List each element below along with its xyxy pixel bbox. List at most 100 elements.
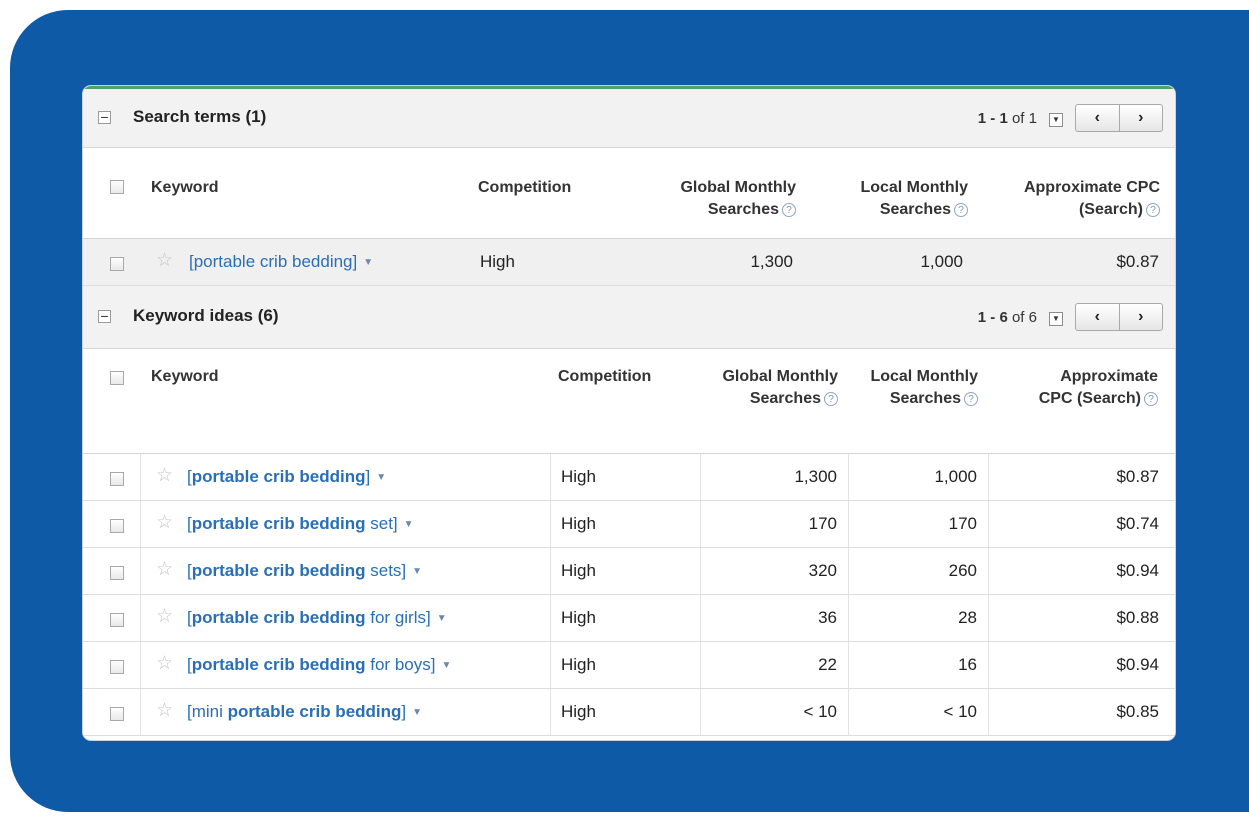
global-value: 1,300 (794, 467, 837, 486)
local-value: 1,000 (920, 252, 963, 271)
keyword-link[interactable]: [portable crib bedding sets] ▼ (187, 561, 422, 582)
column-divider (140, 454, 141, 500)
next-page-button[interactable]: › (1120, 304, 1163, 330)
select-all-checkbox[interactable] (110, 371, 124, 385)
table-row[interactable]: ☆ [portable crib bedding] ▼ High 1,300 1,… (83, 239, 1175, 286)
search-terms-header: − Search terms (1) 1 - 1 of 1 ▼ ‹ › (83, 89, 1175, 148)
table-row[interactable]: ☆ [mini portable crib bedding] ▼ High < 1… (83, 689, 1175, 736)
column-divider (848, 454, 849, 500)
pager-range: 1 - 6 (977, 309, 1008, 326)
help-icon[interactable]: ? (1144, 391, 1158, 406)
pager-dropdown-icon[interactable]: ▼ (1049, 113, 1063, 127)
row-checkbox[interactable] (110, 613, 124, 627)
local-value: 1,000 (934, 467, 977, 486)
help-icon[interactable]: ? (824, 391, 838, 406)
next-page-button[interactable]: › (1120, 105, 1163, 131)
dropdown-arrow-icon[interactable]: ▼ (441, 660, 451, 671)
pager-dropdown-icon[interactable]: ▼ (1049, 312, 1063, 326)
local-value: < 10 (943, 702, 977, 721)
competition-value: High (561, 514, 596, 533)
prev-page-button[interactable]: ‹ (1076, 304, 1120, 330)
global-value: < 10 (803, 702, 837, 721)
help-icon[interactable]: ? (964, 391, 978, 406)
keyword-link[interactable]: [mini portable crib bedding] ▼ (187, 702, 422, 723)
pager-total: of 6 (1011, 309, 1037, 326)
column-divider (550, 595, 551, 641)
keyword-link[interactable]: [portable crib bedding] ▼ (189, 252, 373, 273)
table-row[interactable]: ☆ [portable crib bedding for girls] ▼ Hig… (83, 595, 1175, 642)
row-checkbox[interactable] (110, 707, 124, 721)
keyword-ideas-title: Keyword ideas (6) (133, 306, 279, 325)
competition-value: High (561, 561, 596, 580)
keyword-header: Keyword (151, 179, 219, 196)
local-monthly-header: Local Monthly Searches? (870, 368, 978, 407)
global-value: 22 (818, 655, 837, 674)
select-all-checkbox[interactable] (110, 180, 124, 194)
competition-value: High (561, 702, 596, 721)
dropdown-arrow-icon[interactable]: ▼ (404, 519, 414, 530)
local-value: 16 (958, 655, 977, 674)
column-divider (988, 595, 989, 641)
collapse-icon[interactable]: − (98, 110, 111, 124)
cpc-value: $0.94 (1116, 655, 1159, 674)
dropdown-arrow-icon[interactable]: ▼ (376, 472, 386, 483)
search-terms-title: Search terms (1) (133, 107, 267, 126)
global-value: 1,300 (750, 252, 793, 271)
table-row[interactable]: ☆ [portable crib bedding] ▼ High 1,300 1,… (83, 454, 1175, 501)
row-checkbox[interactable] (110, 566, 124, 580)
row-checkbox[interactable] (110, 660, 124, 674)
dropdown-arrow-icon[interactable]: ▼ (412, 566, 422, 577)
help-icon[interactable]: ? (954, 202, 968, 217)
column-divider (988, 689, 989, 735)
pager-range: 1 - 1 (977, 110, 1008, 127)
cpc-value: $0.88 (1116, 608, 1159, 627)
cpc-value: $0.85 (1116, 702, 1159, 721)
keyword-link[interactable]: [portable crib bedding] ▼ (187, 467, 386, 488)
dropdown-arrow-icon[interactable]: ▼ (412, 707, 422, 718)
dropdown-arrow-icon[interactable]: ▼ (363, 257, 373, 268)
column-divider (988, 642, 989, 688)
collapse-icon[interactable]: − (98, 309, 111, 323)
competition-value: High (561, 608, 596, 627)
table-row[interactable]: ☆ [portable crib bedding sets] ▼ High 320… (83, 548, 1175, 595)
keyword-ideas-pager: 1 - 6 of 6 (978, 309, 1037, 326)
column-divider (848, 595, 849, 641)
table-row[interactable]: ☆ [portable crib bedding set] ▼ High 170 … (83, 501, 1175, 548)
dropdown-arrow-icon[interactable]: ▼ (437, 613, 447, 624)
global-monthly-header: Global Monthly Searches? (680, 179, 796, 218)
star-icon[interactable]: ☆ (156, 654, 173, 674)
column-divider (848, 548, 849, 594)
column-divider (848, 642, 849, 688)
local-value: 28 (958, 608, 977, 627)
help-icon[interactable]: ? (782, 202, 796, 217)
star-icon[interactable]: ☆ (156, 560, 173, 580)
competition-value: High (561, 467, 596, 486)
row-checkbox[interactable] (110, 472, 124, 486)
search-terms-nav: ‹ › (1075, 104, 1163, 132)
column-divider (700, 689, 701, 735)
star-icon[interactable]: ☆ (156, 607, 173, 627)
column-divider (988, 548, 989, 594)
keyword-link[interactable]: [portable crib bedding for girls] ▼ (187, 608, 447, 629)
keyword-link[interactable]: [portable crib bedding for boys] ▼ (187, 655, 451, 676)
pager-total: of 1 (1011, 110, 1037, 127)
keyword-tool-panel: − Search terms (1) 1 - 1 of 1 ▼ ‹ › Keyw… (83, 86, 1175, 740)
column-divider (140, 595, 141, 641)
row-checkbox[interactable] (110, 519, 124, 533)
star-icon[interactable]: ☆ (156, 701, 173, 721)
keyword-link[interactable]: [portable crib bedding set] ▼ (187, 514, 414, 535)
prev-page-button[interactable]: ‹ (1076, 105, 1120, 131)
table-row[interactable]: ☆ [portable crib bedding for boys] ▼ High… (83, 642, 1175, 689)
global-value: 170 (808, 514, 837, 533)
star-icon[interactable]: ☆ (156, 466, 173, 486)
star-icon[interactable]: ☆ (156, 513, 173, 533)
help-icon[interactable]: ? (1146, 202, 1160, 217)
column-divider (988, 501, 989, 547)
column-divider (140, 689, 141, 735)
keyword-ideas-nav: ‹ › (1075, 303, 1163, 331)
column-divider (848, 501, 849, 547)
star-icon[interactable]: ☆ (156, 251, 173, 271)
global-value: 320 (808, 561, 837, 580)
row-checkbox[interactable] (110, 257, 124, 271)
local-monthly-header: Local Monthly Searches? (860, 179, 968, 218)
